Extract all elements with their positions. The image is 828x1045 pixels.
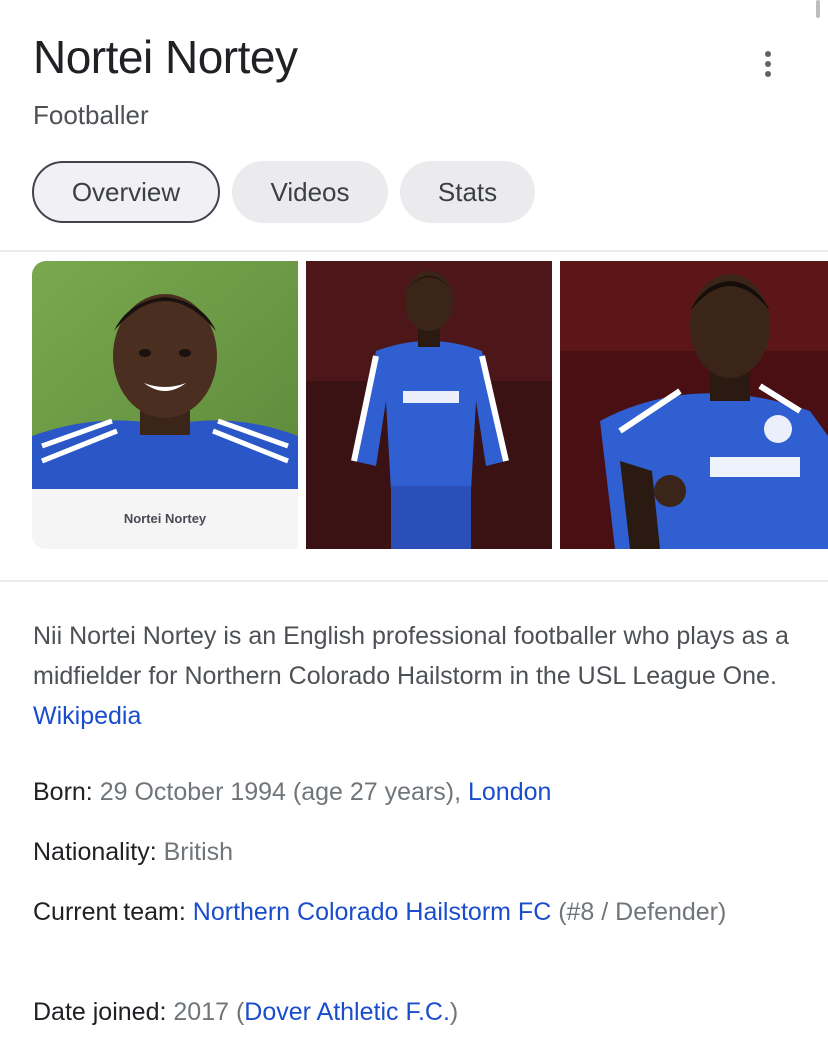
fact-label: Born: <box>33 778 93 806</box>
tab-bar: Overview Videos Stats <box>32 161 535 223</box>
tab-overview[interactable]: Overview <box>32 161 220 223</box>
fact-label: Nationality: <box>33 838 157 866</box>
more-vert-icon <box>765 51 771 57</box>
fact-label: Current team: <box>33 898 186 926</box>
image-thumbnail-1[interactable]: Nortei Nortey <box>32 261 298 549</box>
player-action-image <box>306 261 552 549</box>
image-caption: Nortei Nortey <box>123 511 207 526</box>
player-running-image <box>560 261 828 549</box>
image-thumbnail-2[interactable] <box>306 261 552 549</box>
more-options-button[interactable] <box>748 40 788 88</box>
entity-title: Nortei Nortey <box>33 31 298 83</box>
wikipedia-link[interactable]: Wikipedia <box>33 702 141 730</box>
fact-current-team: Current team: Northern Colorado Hailstor… <box>33 892 793 932</box>
tab-videos[interactable]: Videos <box>232 161 388 223</box>
fact-value: 2017 ( <box>166 998 245 1026</box>
tab-stats[interactable]: Stats <box>400 161 535 223</box>
scroll-indicator[interactable] <box>816 0 820 18</box>
images-divider <box>0 580 828 582</box>
entity-description: Nii Nortei Nortey is an English professi… <box>33 616 803 736</box>
fact-nationality: Nationality: British <box>33 832 793 872</box>
dover-athletic-link[interactable]: Dover Athletic F.C. <box>244 998 450 1026</box>
fact-label: Date joined: <box>33 998 167 1026</box>
fact-value: British <box>156 838 234 866</box>
fact-date-joined: Date joined: 2017 (Dover Athletic F.C.) <box>33 998 459 1026</box>
image-thumbnail-3[interactable] <box>560 261 828 549</box>
tabs-divider <box>0 250 828 252</box>
fact-value: 29 October 1994 (age 27 years), <box>92 778 468 806</box>
fact-born: Born: 29 October 1994 (age 27 years), Lo… <box>33 772 793 812</box>
player-headshot-image <box>32 261 298 549</box>
entity-subtitle: Footballer <box>33 100 149 130</box>
fact-value: (#8 / Defender) <box>551 898 727 926</box>
description-text: Nii Nortei Nortey is an English professi… <box>33 622 789 690</box>
london-link[interactable]: London <box>468 778 551 806</box>
current-team-link[interactable]: Northern Colorado Hailstorm FC <box>193 898 551 926</box>
